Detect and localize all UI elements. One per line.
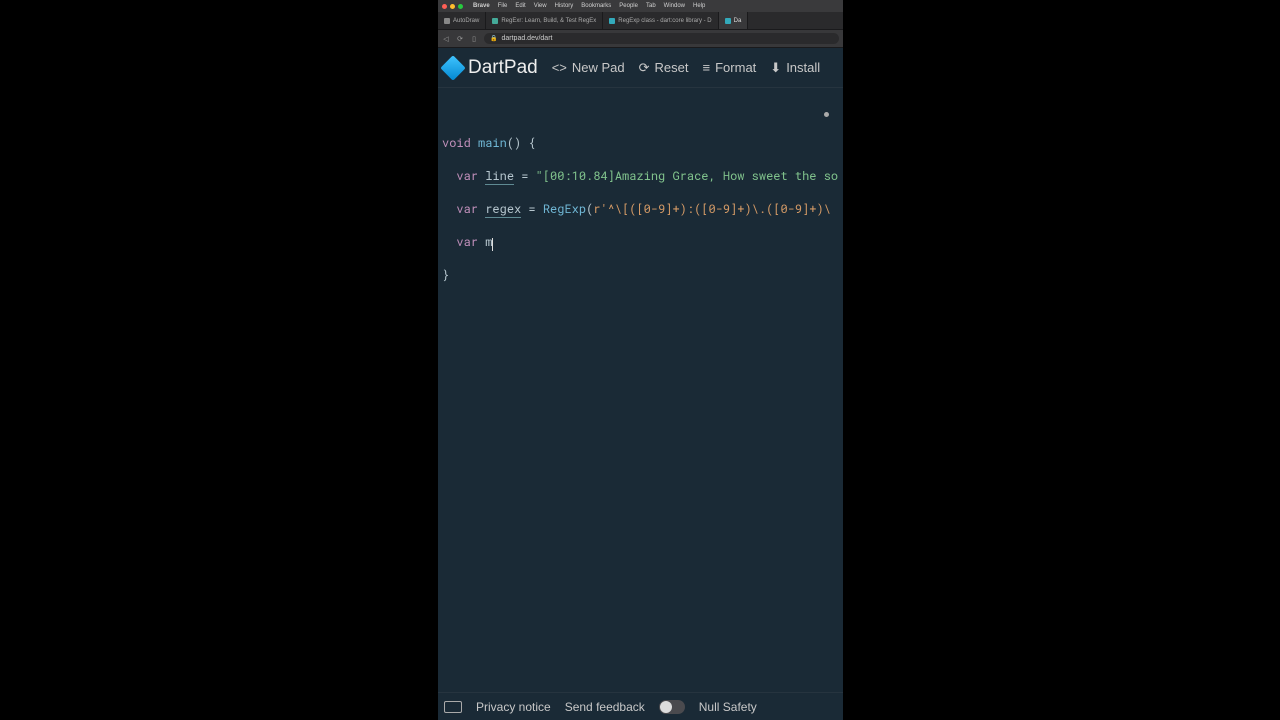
code-editor[interactable]: void main() { var line = "[00:10.84]Amaz… bbox=[438, 88, 843, 692]
code-line: void main() { bbox=[442, 135, 839, 152]
status-dot-icon bbox=[824, 112, 829, 117]
install-button[interactable]: ⬇ Install bbox=[770, 60, 820, 76]
download-icon: ⬇ bbox=[770, 60, 781, 76]
browser-tab-dartpad[interactable]: Da bbox=[719, 12, 749, 29]
reset-button[interactable]: ⟳ Reset bbox=[639, 60, 689, 76]
tab-label: AutoDraw bbox=[453, 18, 479, 24]
favicon-autodraw bbox=[444, 18, 450, 24]
app-window: Brave File Edit View History Bookmarks P… bbox=[438, 0, 843, 720]
menubar: Brave File Edit View History Bookmarks P… bbox=[438, 0, 843, 12]
browser-tab-regexp-docs[interactable]: RegExp class - dart:core library - D bbox=[603, 12, 718, 29]
browser-tabbar: AutoDraw RegExr: Learn, Build, & Test Re… bbox=[438, 12, 843, 30]
tab-label: RegExr: Learn, Build, & Test RegEx bbox=[501, 18, 596, 24]
url-field[interactable]: 🔒 dartpad.dev/dart bbox=[484, 33, 839, 44]
menu-tab[interactable]: Tab bbox=[646, 3, 656, 9]
tab-label: RegExp class - dart:core library - D bbox=[618, 18, 711, 24]
format-button[interactable]: ≡ Format bbox=[703, 60, 757, 75]
menu-bookmarks[interactable]: Bookmarks bbox=[581, 3, 611, 9]
dartpad-toolbar: DartPad <> New Pad ⟳ Reset ≡ Format ⬇ In… bbox=[438, 48, 843, 88]
menu-history[interactable]: History bbox=[555, 3, 574, 9]
text-cursor bbox=[492, 238, 493, 251]
dartpad-title: DartPad bbox=[468, 57, 538, 79]
nav-back-icon[interactable]: ◁ bbox=[442, 35, 450, 43]
menu-people[interactable]: People bbox=[619, 3, 638, 9]
dart-logo-icon bbox=[440, 55, 465, 80]
browser-tab-regexr[interactable]: RegExr: Learn, Build, & Test RegEx bbox=[486, 12, 603, 29]
browser-urlbar: ◁ ⟳ ▯ 🔒 dartpad.dev/dart bbox=[438, 30, 843, 48]
reset-label: Reset bbox=[655, 60, 689, 75]
code-line: } bbox=[442, 267, 839, 284]
favicon-dart bbox=[609, 18, 615, 24]
privacy-link[interactable]: Privacy notice bbox=[476, 700, 551, 714]
close-window[interactable] bbox=[442, 4, 447, 9]
keyboard-icon[interactable] bbox=[444, 701, 462, 713]
null-safety-toggle[interactable] bbox=[659, 700, 685, 714]
feedback-link[interactable]: Send feedback bbox=[565, 700, 645, 714]
code-icon: <> bbox=[552, 60, 567, 75]
install-label: Install bbox=[786, 60, 820, 75]
bottom-bar: Privacy notice Send feedback Null Safety bbox=[438, 692, 843, 720]
menu-window[interactable]: Window bbox=[664, 3, 685, 9]
favicon-regexr bbox=[492, 18, 498, 24]
code-line: var regex = RegExp(r'^\[([0-9]+):([0-9]+… bbox=[442, 201, 839, 218]
menubar-app[interactable]: Brave bbox=[473, 3, 490, 9]
new-pad-label: New Pad bbox=[572, 60, 625, 75]
code-line: var m bbox=[442, 234, 839, 251]
dartpad-logo-group[interactable]: DartPad bbox=[444, 57, 538, 79]
favicon-dart bbox=[725, 18, 731, 24]
minimize-window[interactable] bbox=[450, 4, 455, 9]
lock-icon: 🔒 bbox=[490, 35, 497, 42]
nav-reload-icon[interactable]: ⟳ bbox=[456, 35, 464, 43]
menu-edit[interactable]: Edit bbox=[515, 3, 525, 9]
menu-file[interactable]: File bbox=[498, 3, 508, 9]
tab-label: Da bbox=[734, 18, 742, 24]
browser-tab-autodraw[interactable]: AutoDraw bbox=[438, 12, 486, 29]
bookmark-icon[interactable]: ▯ bbox=[470, 35, 478, 43]
reset-icon: ⟳ bbox=[639, 60, 650, 76]
maximize-window[interactable] bbox=[458, 4, 463, 9]
url-text: dartpad.dev/dart bbox=[501, 35, 552, 42]
format-label: Format bbox=[715, 60, 756, 75]
menu-view[interactable]: View bbox=[534, 3, 547, 9]
menu-help[interactable]: Help bbox=[693, 3, 705, 9]
new-pad-button[interactable]: <> New Pad bbox=[552, 60, 625, 75]
window-controls[interactable] bbox=[442, 4, 463, 9]
null-safety-label: Null Safety bbox=[699, 700, 757, 714]
format-icon: ≡ bbox=[703, 60, 711, 75]
code-line: var line = "[00:10.84]Amazing Grace, How… bbox=[442, 168, 839, 185]
